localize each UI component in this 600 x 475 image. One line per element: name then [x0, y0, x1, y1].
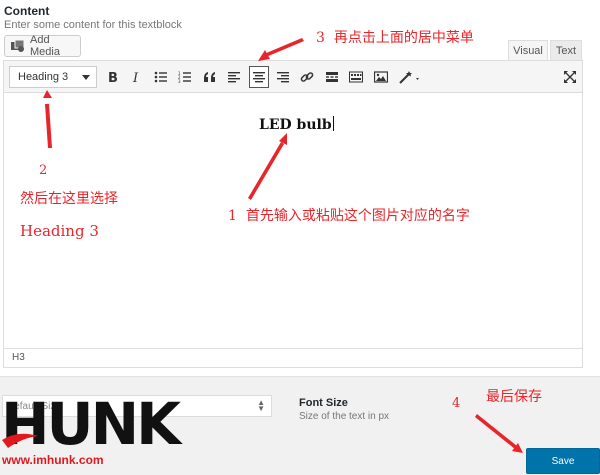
save-button[interactable]: Save	[526, 448, 600, 474]
image-icon	[374, 71, 388, 83]
tab-visual[interactable]: Visual	[508, 40, 548, 61]
text-caret	[332, 116, 334, 131]
section-title: Content	[4, 4, 50, 18]
italic-icon: I	[132, 71, 139, 84]
magic-wand-button[interactable]	[395, 66, 425, 88]
svg-text:3: 3	[178, 79, 181, 84]
annotation-step1: 1 首先输入或粘贴这个图片对应的名字	[228, 208, 470, 224]
magic-wand-icon	[399, 71, 419, 84]
link-button[interactable]	[297, 66, 317, 88]
align-left-icon	[228, 72, 240, 83]
font-size-description: Size of the text in px	[299, 411, 390, 422]
insert-image-button[interactable]	[371, 66, 391, 88]
heading-content-text: LED bulb	[259, 117, 332, 133]
toolbar-toggle-button[interactable]	[346, 66, 366, 88]
logo-url: www.imhunk.com	[2, 453, 104, 467]
editor-toolbar: Heading 3 B I 123	[4, 61, 582, 93]
align-center-button[interactable]	[249, 66, 269, 88]
add-media-icon	[11, 39, 25, 52]
keyboard-icon	[349, 71, 363, 83]
font-size-label: Font Size	[299, 397, 348, 409]
annotation-step2-value: Heading 3	[20, 222, 99, 240]
add-media-label: Add Media	[30, 34, 60, 58]
bold-button[interactable]: B	[102, 66, 122, 88]
section-description: Enter some content for this textblock	[4, 19, 182, 31]
annotation-step2-number: 2	[39, 163, 48, 178]
blockquote-icon	[204, 72, 215, 82]
arrow-to-align-center	[264, 38, 304, 57]
svg-text:B: B	[108, 71, 118, 84]
numbered-list-button[interactable]: 123	[175, 66, 195, 88]
align-left-button[interactable]	[224, 66, 244, 88]
annotation-step3: 3 再点击上面的居中菜单	[316, 30, 474, 46]
fullscreen-button[interactable]	[560, 66, 580, 88]
fullscreen-icon	[564, 71, 576, 83]
bullet-list-icon	[154, 71, 167, 83]
chevron-down-icon	[82, 75, 90, 80]
link-icon	[300, 72, 314, 82]
watermark-logo: HUNK www.imhunk.com	[0, 394, 181, 475]
bullet-list-button[interactable]	[151, 66, 171, 88]
format-select-value: Heading 3	[18, 71, 69, 83]
read-more-icon	[326, 72, 338, 82]
align-center-icon	[253, 72, 265, 83]
blockquote-button[interactable]	[200, 66, 220, 88]
italic-button[interactable]: I	[126, 66, 146, 88]
add-media-button[interactable]: Add Media	[4, 34, 81, 58]
annotation-step4-text: 最后保存	[486, 389, 542, 405]
read-more-button[interactable]	[322, 66, 342, 88]
tab-text[interactable]: Text	[550, 40, 582, 61]
annotation-step4-number: 4	[452, 396, 461, 411]
numbered-list-icon: 123	[178, 71, 191, 84]
heading-content[interactable]: LED bulb	[259, 116, 334, 133]
annotation-step2-text: 然后在这里选择	[20, 191, 118, 207]
align-right-button[interactable]	[273, 66, 293, 88]
editor-status-path: H3	[4, 348, 582, 367]
bold-icon: B	[108, 71, 118, 84]
format-select[interactable]: Heading 3	[9, 66, 97, 88]
align-right-icon	[277, 72, 289, 83]
svg-text:I: I	[132, 71, 139, 84]
updown-icon: ▲ ▼	[257, 398, 265, 413]
